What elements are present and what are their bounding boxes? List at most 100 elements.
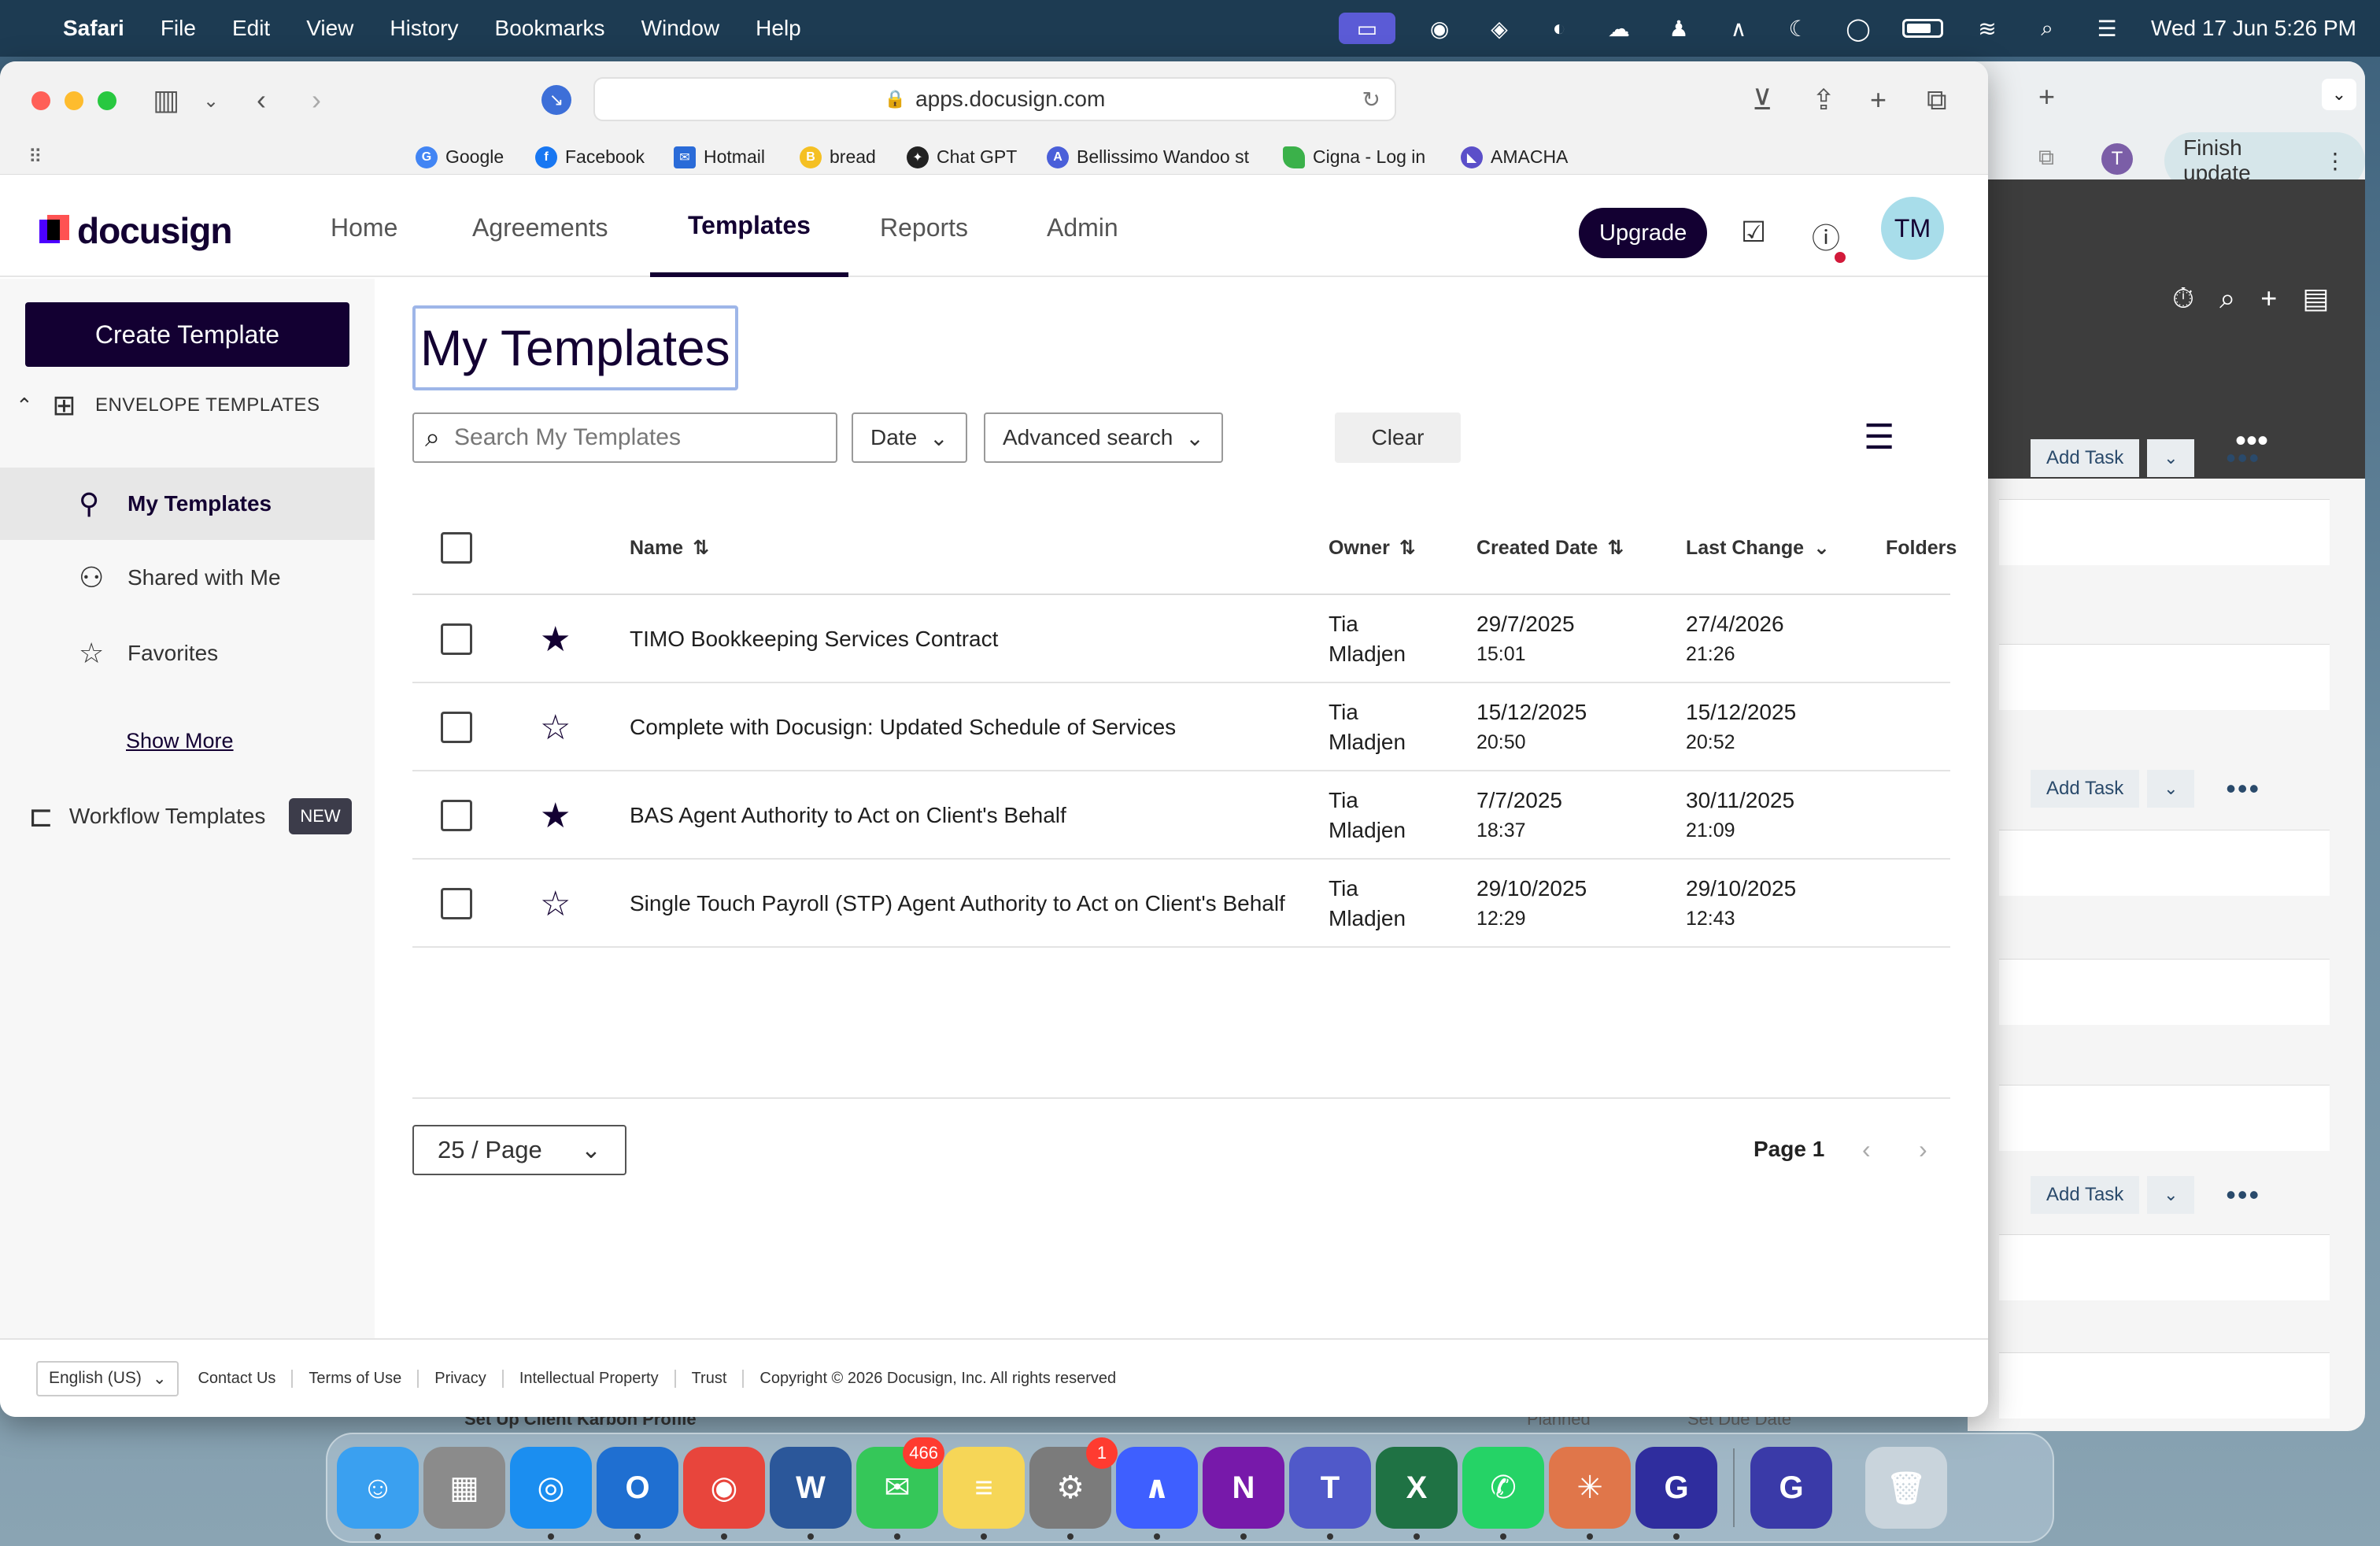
control-center-icon[interactable]: ☰ [2091, 13, 2123, 44]
sidebar-item-favorites[interactable]: ☆ Favorites [0, 617, 375, 690]
menu-window[interactable]: Window [641, 16, 720, 41]
star-filled-icon[interactable]: ★ [540, 796, 571, 836]
envelope-templates-section[interactable]: ⌃ ⊞ ENVELOPE TEMPLATES [16, 389, 320, 422]
checklist-icon[interactable]: ☑ [1741, 216, 1766, 249]
chevron-down-icon[interactable]: ⌄ [2322, 79, 2356, 110]
per-page-select[interactable]: 25 / Page ⌄ [412, 1125, 626, 1175]
word-icon[interactable]: W [770, 1447, 852, 1540]
dropbox-icon[interactable]: ◈ [1484, 13, 1515, 44]
grammarly-icon[interactable]: G [1635, 1447, 1717, 1540]
next-page-icon[interactable]: › [1919, 1135, 1927, 1164]
column-last-change[interactable]: Last Change ⌄ [1686, 501, 1830, 595]
table-row[interactable]: ☆ Single Touch Payroll (STP) Agent Autho… [412, 860, 1950, 948]
star-outline-icon[interactable]: ☆ [540, 884, 571, 924]
onenote-icon[interactable]: N [1203, 1447, 1284, 1540]
chrome-icon[interactable]: ◉ [683, 1447, 765, 1540]
chevron-down-icon[interactable]: ⌄ [2147, 770, 2195, 808]
chevron-down-icon[interactable]: ⌄ [203, 90, 219, 113]
table-row[interactable]: ☆ Complete with Docusign: Updated Schedu… [412, 683, 1950, 771]
template-name-link[interactable]: Complete with Docusign: Updated Schedule… [630, 715, 1176, 740]
nordvpn-status-icon[interactable]: ∧ [1723, 13, 1754, 44]
more-icon[interactable]: ••• [2226, 1178, 2260, 1211]
more-icon[interactable]: ••• [2226, 772, 2260, 805]
row-checkbox[interactable] [441, 712, 472, 743]
share-icon[interactable]: ⇪ [1812, 83, 1835, 117]
sidebar-item-my-templates[interactable]: ⚲ My Templates [0, 468, 375, 540]
add-task-button[interactable]: Add Task [2031, 770, 2140, 808]
notes-icon[interactable]: ≡ [943, 1447, 1025, 1540]
cloud-icon[interactable]: ☁ [1603, 13, 1635, 44]
nav-agreements[interactable]: Agreements [472, 178, 608, 277]
column-owner[interactable]: Owner ⇅ [1329, 501, 1416, 595]
new-tab-icon[interactable]: + [2038, 80, 2055, 113]
safari-icon[interactable]: ◎ [510, 1447, 592, 1540]
back-icon[interactable]: ‹ [257, 83, 266, 117]
footer-terms-link[interactable]: Terms of Use [293, 1369, 419, 1388]
sync-icon[interactable]: ◐ [1543, 13, 1575, 44]
language-select[interactable]: English (US) ⌄ [36, 1360, 179, 1396]
menu-history[interactable]: History [390, 16, 458, 41]
menu-bookmarks[interactable]: Bookmarks [495, 16, 605, 41]
minimize-window-button[interactable] [65, 91, 83, 110]
star-filled-icon[interactable]: ★ [540, 620, 571, 660]
advanced-search-dropdown[interactable]: Advanced search ⌄ [984, 412, 1223, 463]
bookmark-chatgpt[interactable]: ✦ Chat GPT [907, 146, 1017, 168]
grid-icon[interactable]: ⠿ [28, 146, 42, 168]
nav-admin[interactable]: Admin [1047, 178, 1118, 277]
table-row[interactable]: ★ TIMO Bookkeeping Services Contract Tia… [412, 595, 1950, 683]
workflow-templates-link[interactable]: ⊏ Workflow Templates NEW [28, 798, 352, 834]
row-checkbox[interactable] [441, 800, 472, 831]
table-row[interactable]: ★ BAS Agent Authority to Act on Client's… [412, 771, 1950, 860]
reload-icon[interactable]: ↻ [1362, 87, 1380, 113]
docusign-logo[interactable]: docusign [39, 209, 232, 252]
teams-status-icon[interactable]: ♟ [1663, 13, 1694, 44]
bookmark-google[interactable]: G Google [416, 146, 504, 168]
select-all-checkbox[interactable] [441, 532, 472, 564]
nav-reports[interactable]: Reports [880, 178, 968, 277]
messages-icon[interactable]: ✉ 466 [856, 1437, 944, 1540]
profile-avatar[interactable]: T [2101, 143, 2133, 175]
outlook-icon[interactable]: O [597, 1447, 678, 1540]
finder-icon[interactable]: ☺ [337, 1447, 419, 1540]
menu-file[interactable]: File [161, 16, 196, 41]
screen-share-icon[interactable]: ▭ [1339, 13, 1396, 44]
address-bar[interactable]: 🔒 apps.docusign.com ↻ [593, 77, 1396, 121]
view-toggle-icon[interactable]: ☰ [1864, 417, 1894, 457]
whatsapp-icon[interactable]: ✆ [1462, 1447, 1544, 1540]
chevron-down-icon[interactable]: ⌄ [2147, 1176, 2195, 1214]
clear-button[interactable]: Clear [1335, 412, 1461, 463]
search-icon[interactable]: ⌕ [2219, 282, 2235, 316]
bookmark-bread[interactable]: B bread [800, 146, 876, 168]
search-input[interactable]: ⌕ Search My Templates [412, 412, 837, 463]
extension-icon[interactable]: ⧉ [2038, 145, 2054, 171]
settings-icon[interactable]: ⚙ 1 [1029, 1437, 1118, 1540]
new-tab-icon[interactable]: + [1870, 83, 1887, 117]
template-name-link[interactable]: TIMO Bookkeeping Services Contract [630, 627, 998, 652]
sidebar-item-shared-with-me[interactable]: ⚇ Shared with Me [0, 542, 375, 614]
grammarly-doc-icon[interactable]: G [1750, 1447, 1832, 1529]
menubar-clock[interactable]: Wed 17 Jun 5:26 PM [2151, 16, 2356, 41]
trash-icon[interactable]: 🗑 [1865, 1447, 1947, 1529]
nav-templates[interactable]: Templates [650, 178, 848, 277]
menu-edit[interactable]: Edit [232, 16, 270, 41]
footer-ip-link[interactable]: Intellectual Property [504, 1369, 676, 1388]
downloads-icon[interactable]: ⊻ [1752, 83, 1772, 117]
teams-icon[interactable]: T [1289, 1447, 1371, 1540]
template-name-link[interactable]: BAS Agent Authority to Act on Client's B… [630, 803, 1066, 828]
column-name[interactable]: Name ⇅ [630, 501, 709, 595]
bookmark-cigna[interactable]: Cigna - Log in [1283, 146, 1425, 168]
close-window-button[interactable] [31, 91, 50, 110]
column-created-date[interactable]: Created Date ⇅ [1476, 501, 1624, 595]
footer-privacy-link[interactable]: Privacy [419, 1369, 504, 1388]
row-checkbox[interactable] [441, 888, 472, 919]
notes-icon[interactable]: ▤ [2302, 282, 2329, 316]
zoom-window-button[interactable] [98, 91, 116, 110]
add-task-button[interactable]: Add Task [2031, 1176, 2140, 1214]
show-more-link[interactable]: Show More [126, 729, 234, 753]
excel-icon[interactable]: X [1376, 1447, 1458, 1540]
wifi-icon[interactable]: ≋ [1972, 13, 2003, 44]
user-icon[interactable]: ◯ [1842, 13, 1874, 44]
menu-app-name[interactable]: Safari [63, 16, 124, 41]
add-icon[interactable]: + [2260, 282, 2277, 316]
forward-icon[interactable]: › [312, 83, 321, 117]
